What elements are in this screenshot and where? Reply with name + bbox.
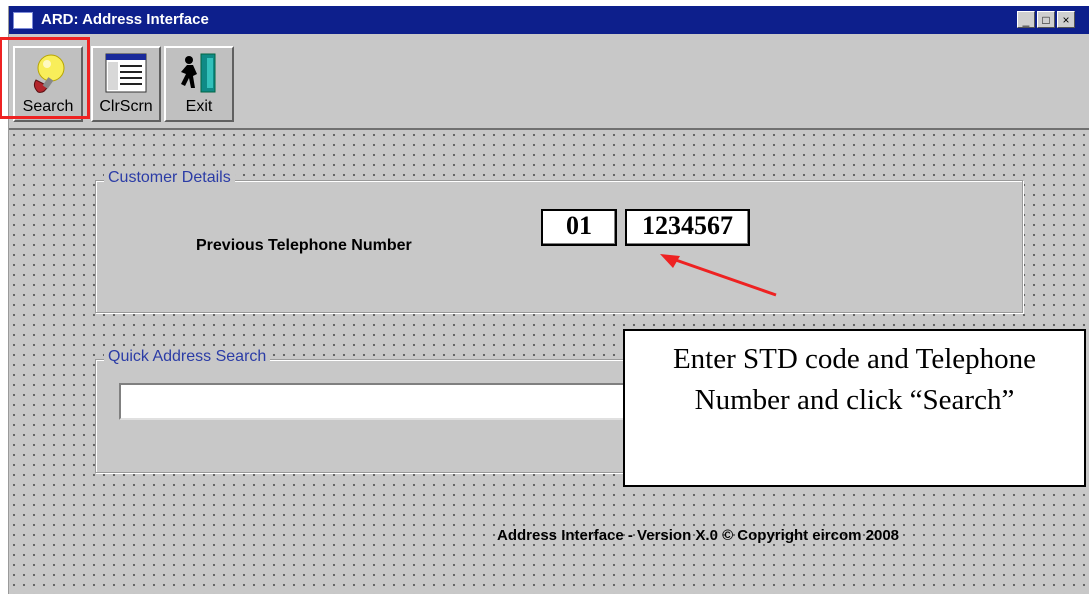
exit-button-label: Exit xyxy=(185,98,213,115)
exit-door-icon xyxy=(181,53,216,93)
search-highlight-box xyxy=(0,37,90,119)
window-title: ARD: Address Interface xyxy=(41,11,209,28)
annotation-arrow-icon xyxy=(660,254,777,297)
maximize-button[interactable]: □ xyxy=(1037,11,1055,28)
clear-screen-icon xyxy=(105,53,147,93)
quick-address-search-legend: Quick Address Search xyxy=(104,348,271,366)
app-window: ARD: Address Interface _ □ × Search ClrS… xyxy=(8,6,1089,594)
previous-telephone-label: Previous Telephone Number xyxy=(196,237,412,254)
title-bar[interactable]: ARD: Address Interface _ □ × xyxy=(9,6,1089,34)
toolbar: Search ClrScrn Exit xyxy=(9,34,1089,130)
customer-details-group: Customer Details Previous Telephone Numb… xyxy=(95,169,1023,313)
close-button[interactable]: × xyxy=(1057,11,1075,28)
clear-screen-button[interactable]: ClrScrn xyxy=(91,46,161,122)
clear-screen-button-label: ClrScrn xyxy=(99,98,153,115)
instruction-callout: Enter STD code and Telephone Number and … xyxy=(623,329,1086,487)
std-code-field[interactable]: 01 xyxy=(541,209,617,246)
customer-details-legend: Customer Details xyxy=(104,169,235,187)
app-icon xyxy=(13,12,33,29)
minimize-button[interactable]: _ xyxy=(1017,11,1035,28)
exit-button[interactable]: Exit xyxy=(164,46,234,122)
footer-copyright: Address Interface - Version X.0 © Copyri… xyxy=(497,527,900,544)
